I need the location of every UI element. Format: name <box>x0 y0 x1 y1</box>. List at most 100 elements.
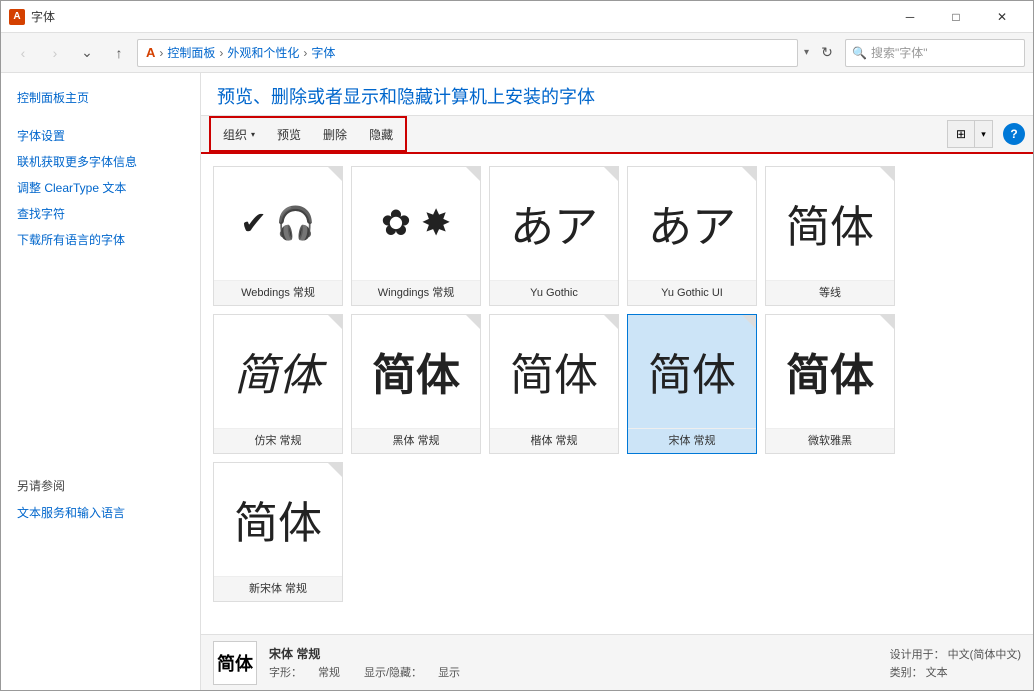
minimize-button[interactable]: ─ <box>887 1 933 33</box>
breadcrumb-item-1[interactable]: 控制面板 <box>167 44 215 61</box>
font-name-msyahei: 微软雅黑 <box>766 429 894 453</box>
search-icon: 🔍 <box>852 46 867 60</box>
up-button[interactable]: ↑ <box>105 39 133 67</box>
sidebar-item-find-char[interactable]: 查找字符 <box>1 201 200 227</box>
window-controls: ─ □ ✕ <box>887 1 1025 33</box>
search-placeholder: 搜索"字体" <box>871 44 928 61</box>
back-button[interactable]: ‹ <box>9 39 37 67</box>
breadcrumb[interactable]: A › 控制面板 › 外观和个性化 › 字体 <box>137 39 798 67</box>
category-row: 类别： 文本 <box>890 664 1021 680</box>
breadcrumb-icon: A <box>146 45 155 60</box>
close-button[interactable]: ✕ <box>979 1 1025 33</box>
font-card-yugothic-ui[interactable]: あア Yu Gothic UI <box>627 166 757 306</box>
font-name-songti: 宋体 常规 <box>628 429 756 453</box>
toolbar: 组织 ▾ 预览 删除 隐藏 ⊞ ▾ ? <box>201 116 1033 154</box>
status-info: 宋体 常规 字形： 常规 显示/隐藏： 显示 <box>269 645 460 680</box>
dropdown-chevron: ▾ <box>804 47 809 58</box>
organize-button[interactable]: 组织 ▾ <box>213 120 265 148</box>
style-label: 字形： <box>269 664 302 680</box>
breadcrumb-sep: › <box>159 46 163 60</box>
font-card-dengtian[interactable]: 简体 等线 <box>765 166 895 306</box>
font-card-fangsong[interactable]: 简体 仿宋 常规 <box>213 314 343 454</box>
font-preview-kaiti: 简体 <box>490 315 618 429</box>
view-button[interactable]: ⊞ <box>947 120 975 148</box>
dropdown-button[interactable]: ⌄ <box>73 39 101 67</box>
hide-button[interactable]: 隐藏 <box>359 120 403 148</box>
font-preview-msyahei: 简体 <box>766 315 894 429</box>
font-preview-wingdings: ✿ ✸ <box>352 167 480 281</box>
font-card-wingdings[interactable]: ✿ ✸ Wingdings 常规 <box>351 166 481 306</box>
preview-button[interactable]: 预览 <box>267 120 311 148</box>
status-preview: 简体 <box>213 641 257 685</box>
help-button[interactable]: ? <box>1003 123 1025 145</box>
font-name-yugothic-ui: Yu Gothic UI <box>628 281 756 305</box>
breadcrumb-sep: › <box>219 46 223 60</box>
address-bar: ‹ › ⌄ ↑ A › 控制面板 › 外观和个性化 › 字体 ▾ ↻ 🔍 搜索"… <box>1 33 1033 73</box>
status-meta-row1: 字形： 常规 显示/隐藏： 显示 <box>269 664 460 680</box>
main-layout: 控制面板主页 字体设置 联机获取更多字体信息 调整 ClearType 文本 查… <box>1 73 1033 690</box>
app-icon: A <box>9 9 25 25</box>
category-label: 类别： <box>890 667 923 679</box>
page-title: 预览、删除或者显示和隐藏计算机上安装的字体 <box>201 73 1033 116</box>
font-preview-fangsong: 简体 <box>214 315 342 429</box>
sidebar-item-home[interactable]: 控制面板主页 <box>1 85 200 111</box>
font-name-wingdings: Wingdings 常规 <box>352 281 480 305</box>
style-value: 常规 <box>318 664 340 680</box>
font-preview-yugothic: あア <box>490 167 618 281</box>
maximize-button[interactable]: □ <box>933 1 979 33</box>
font-card-songti[interactable]: 简体 宋体 常规 <box>627 314 757 454</box>
font-grid-wrapper[interactable]: ✔ 🎧 Webdings 常规 ✿ ✸ Wingdings 常规 <box>201 154 1033 634</box>
view-dropdown-button[interactable]: ▾ <box>975 120 993 148</box>
search-box[interactable]: 🔍 搜索"字体" <box>845 39 1025 67</box>
window-title: 字体 <box>31 8 887 25</box>
content-area: 预览、删除或者显示和隐藏计算机上安装的字体 组织 ▾ 预览 删除 隐藏 ⊞ <box>201 73 1033 690</box>
app-window: A 字体 ─ □ ✕ ‹ › ⌄ ↑ A › 控制面板 › 外观和个性化 › 字… <box>0 0 1034 691</box>
breadcrumb-item-3[interactable]: 字体 <box>311 44 335 61</box>
font-name-xinsongti: 新宋体 常规 <box>214 577 342 601</box>
sidebar-item-download-fonts[interactable]: 下载所有语言的字体 <box>1 227 200 253</box>
font-card-msyahei[interactable]: 简体 微软雅黑 <box>765 314 895 454</box>
font-name-dengtian: 等线 <box>766 281 894 305</box>
delete-button[interactable]: 删除 <box>313 120 357 148</box>
status-bar: 简体 宋体 常规 字形： 常规 显示/隐藏： 显示 设计用于： 中文(简体中文) <box>201 634 1033 690</box>
status-right: 设计用于： 中文(简体中文) 类别： 文本 <box>890 646 1021 680</box>
sidebar-see-also: 另请参阅 文本服务和输入语言 <box>1 277 200 526</box>
sidebar: 控制面板主页 字体设置 联机获取更多字体信息 调整 ClearType 文本 查… <box>1 73 201 690</box>
font-card-heiti[interactable]: 简体 黑体 常规 <box>351 314 481 454</box>
font-preview-webdings: ✔ 🎧 <box>214 167 342 281</box>
status-font-name: 宋体 常规 <box>269 645 460 662</box>
sidebar-item-cleartype[interactable]: 调整 ClearType 文本 <box>1 175 200 201</box>
toolbar-outlined-group: 组织 ▾ 预览 删除 隐藏 <box>209 116 407 152</box>
breadcrumb-item-2[interactable]: 外观和个性化 <box>227 44 299 61</box>
breadcrumb-sep: › <box>303 46 307 60</box>
font-preview-songti: 简体 <box>628 315 756 429</box>
font-card-yugothic[interactable]: あア Yu Gothic <box>489 166 619 306</box>
designed-for-label: 设计用于： <box>890 649 945 661</box>
visibility-label: 显示/隐藏： <box>364 664 422 680</box>
font-preview-heiti: 简体 <box>352 315 480 429</box>
organize-chevron: ▾ <box>251 130 255 139</box>
font-preview-xinsongti: 简体 <box>214 463 342 577</box>
font-name-webdings: Webdings 常规 <box>214 281 342 305</box>
sidebar-item-font-settings[interactable]: 字体设置 <box>1 123 200 149</box>
view-icon: ⊞ <box>956 127 966 141</box>
font-grid: ✔ 🎧 Webdings 常规 ✿ ✸ Wingdings 常规 <box>201 154 1033 614</box>
sidebar-item-get-more-fonts[interactable]: 联机获取更多字体信息 <box>1 149 200 175</box>
font-card-kaiti[interactable]: 简体 楷体 常规 <box>489 314 619 454</box>
designed-for-row: 设计用于： 中文(简体中文) <box>890 646 1021 662</box>
visibility-value: 显示 <box>438 664 460 680</box>
font-card-webdings[interactable]: ✔ 🎧 Webdings 常规 <box>213 166 343 306</box>
category-value: 文本 <box>926 667 948 679</box>
refresh-button[interactable]: ↻ <box>813 39 841 67</box>
view-controls: ⊞ ▾ <box>947 120 993 148</box>
sidebar-item-text-services[interactable]: 文本服务和输入语言 <box>17 500 184 526</box>
font-name-yugothic: Yu Gothic <box>490 281 618 305</box>
font-name-fangsong: 仿宋 常规 <box>214 429 342 453</box>
see-also-title: 另请参阅 <box>17 477 184 494</box>
font-preview-yugothic-ui: あア <box>628 167 756 281</box>
forward-button[interactable]: › <box>41 39 69 67</box>
title-bar: A 字体 ─ □ ✕ <box>1 1 1033 33</box>
font-name-heiti: 黑体 常规 <box>352 429 480 453</box>
font-preview-dengtian: 简体 <box>766 167 894 281</box>
font-card-xinsongti[interactable]: 简体 新宋体 常规 <box>213 462 343 602</box>
